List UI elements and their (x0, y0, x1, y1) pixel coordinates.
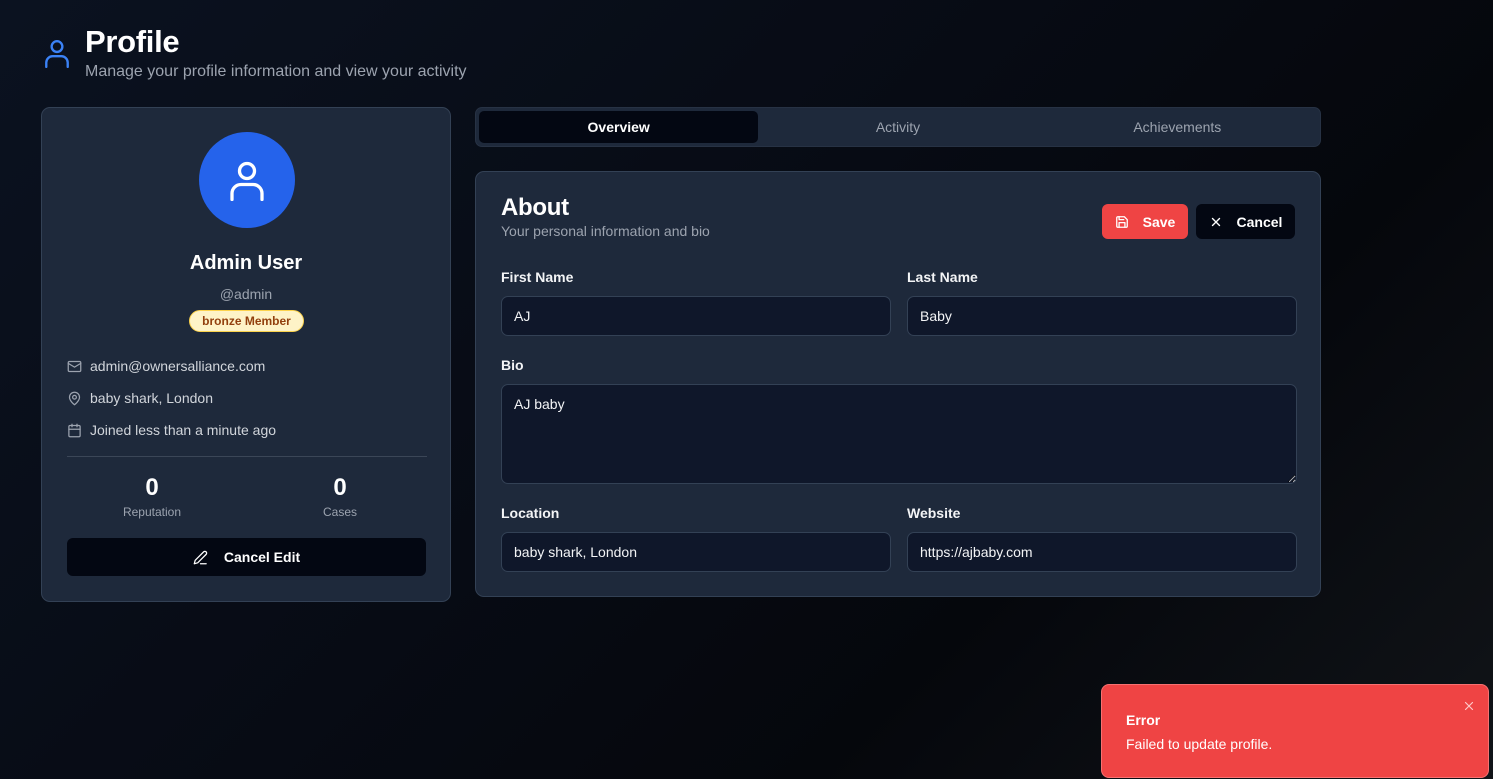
website-label: Website (907, 505, 961, 521)
stat-label: Cases (322, 505, 357, 519)
first-name-field[interactable] (501, 296, 891, 336)
website-field[interactable] (907, 532, 1297, 572)
map-pin-icon (68, 391, 81, 405)
location-row: baby shark, London (67, 390, 213, 406)
avatar (199, 132, 295, 228)
joined-text: Joined less than a minute ago (90, 422, 277, 438)
member-badge: bronze Member (189, 310, 304, 332)
close-icon[interactable] (1462, 699, 1476, 713)
calendar-icon (68, 423, 81, 437)
tab-activity[interactable]: Activity (758, 111, 1037, 143)
stat-reputation: 0 Reputation (92, 474, 212, 519)
first-name-label: First Name (501, 269, 574, 285)
avatar-user-icon (230, 161, 264, 201)
location-field[interactable] (501, 532, 891, 572)
location-label: Location (501, 505, 560, 521)
joined-row: Joined less than a minute ago (67, 422, 276, 438)
page-subtitle: Manage your profile information and view… (85, 63, 467, 80)
page-header: Profile Manage your profile information … (44, 26, 467, 81)
stat-value: 0 (333, 474, 347, 501)
profile-name: Admin User (189, 252, 303, 274)
save-button[interactable]: Save (1102, 204, 1188, 239)
save-label: Save (1142, 213, 1176, 230)
error-toast: Error Failed to update profile. (1101, 684, 1489, 778)
about-title: About (501, 194, 569, 221)
user-icon (45, 40, 69, 68)
email-row: admin@ownersalliance.com (67, 358, 265, 374)
stat-cases: 0 Cases (280, 474, 400, 519)
toast-message: Failed to update profile. (1126, 736, 1273, 752)
profile-card: Admin User @admin bronze Member admin@ow… (41, 107, 451, 602)
pencil-icon (193, 550, 208, 564)
last-name-label: Last Name (907, 269, 978, 285)
cancel-edit-label: Cancel Edit (223, 549, 301, 565)
about-subtitle: Your personal information and bio (501, 223, 710, 239)
tab-bar: Overview Activity Achievements (475, 107, 1321, 147)
divider (67, 456, 427, 457)
about-card: About Your personal information and bio … (475, 171, 1321, 597)
page-title: Profile (85, 24, 180, 59)
tab-overview[interactable]: Overview (479, 111, 759, 143)
location-text: baby shark, London (90, 390, 213, 406)
email-text: admin@ownersalliance.com (90, 358, 266, 374)
stat-label: Reputation (122, 505, 182, 519)
stat-value: 0 (145, 474, 159, 501)
tab-achievements[interactable]: Achievements (1038, 111, 1317, 143)
save-icon (1115, 215, 1128, 228)
last-name-field[interactable] (907, 296, 1297, 336)
header-text: Profile Manage your profile information … (85, 26, 467, 81)
toast-title: Error (1126, 712, 1161, 728)
cancel-label: Cancel (1236, 213, 1283, 230)
bio-field[interactable]: AJ baby (501, 384, 1297, 484)
cancel-button[interactable]: Cancel (1196, 204, 1295, 239)
bio-label: Bio (501, 357, 524, 373)
profile-handle: @admin (219, 286, 273, 302)
mail-icon (67, 360, 82, 372)
cancel-edit-button[interactable]: Cancel Edit (67, 538, 426, 576)
close-icon (1211, 217, 1220, 226)
